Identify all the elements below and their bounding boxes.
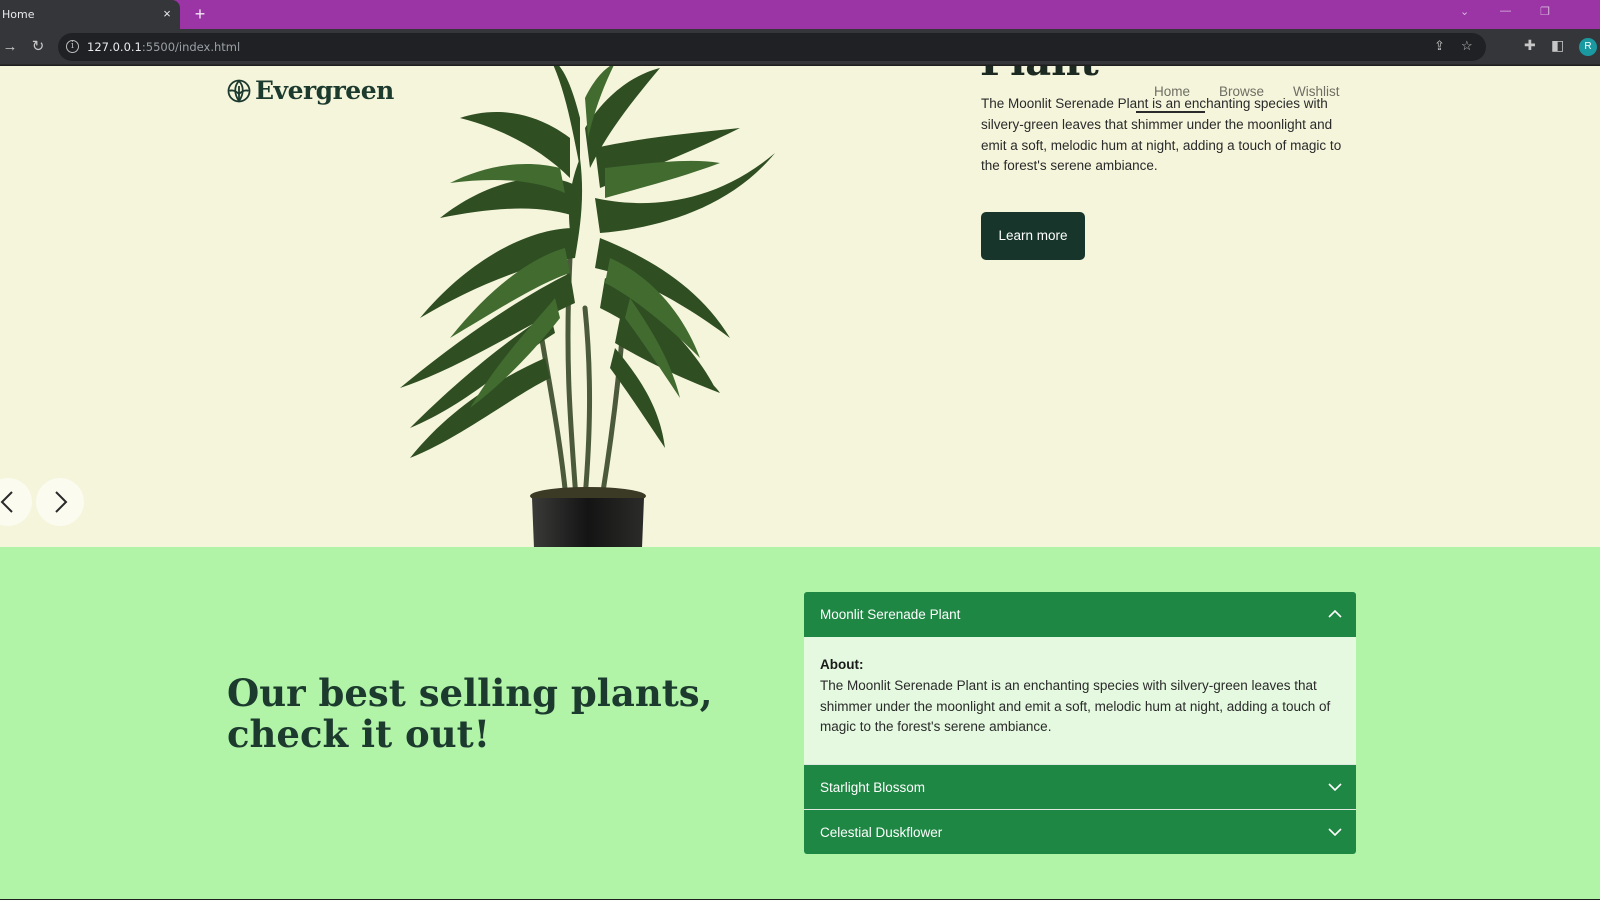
new-tab-icon[interactable]: + bbox=[190, 4, 210, 24]
chevron-right-icon bbox=[55, 491, 68, 513]
hero-title: Plant bbox=[980, 66, 1099, 85]
tab-close-icon[interactable]: × bbox=[160, 7, 174, 21]
best-sellers-section: Our best selling plants, check it out! M… bbox=[0, 547, 1600, 899]
accordion-panel-moonlit-serenade: About: The Moonlit Serenade Plant is an … bbox=[804, 637, 1356, 764]
chevron-down-icon bbox=[1328, 783, 1342, 792]
about-label: About: bbox=[820, 657, 864, 672]
about-text: The Moonlit Serenade Plant is an enchant… bbox=[820, 677, 1331, 735]
side-panel-icon[interactable]: ◧ bbox=[1551, 37, 1564, 54]
hero-section: Evergreen Plant Home Browse Wishlist The… bbox=[0, 66, 1600, 547]
bookmark-star-icon[interactable]: ☆ bbox=[1461, 38, 1473, 54]
logo-text: Evergreen bbox=[255, 76, 394, 105]
chevron-down-icon bbox=[1328, 828, 1342, 837]
accordion-header-celestial-duskflower[interactable]: Celestial Duskflower bbox=[804, 809, 1356, 854]
accordion-title: Celestial Duskflower bbox=[820, 825, 943, 840]
accordion-title: Starlight Blossom bbox=[820, 780, 926, 795]
plants-accordion: Moonlit Serenade Plant About: The Moonli… bbox=[804, 592, 1356, 854]
tab-title: Home bbox=[2, 8, 35, 21]
hero-description: The Moonlit Serenade Plant is an enchant… bbox=[981, 96, 1342, 174]
site-info-icon[interactable]: i bbox=[66, 40, 79, 53]
address-bar[interactable]: i 127.0.0.1:5500/index.html ⇪ ☆ bbox=[58, 33, 1486, 61]
nav-active-underline bbox=[1136, 111, 1205, 113]
profile-avatar[interactable]: R bbox=[1579, 38, 1597, 56]
accordion-header-moonlit-serenade[interactable]: Moonlit Serenade Plant bbox=[804, 592, 1356, 637]
carousel-next-button[interactable] bbox=[36, 478, 84, 526]
accordion-header-starlight-blossom[interactable]: Starlight Blossom bbox=[804, 764, 1356, 809]
tab-strip: Home × + ⌄ — ❐ bbox=[0, 0, 1600, 29]
forward-icon[interactable]: → bbox=[0, 37, 20, 57]
minimize-icon[interactable]: — bbox=[1500, 5, 1511, 17]
restore-icon[interactable]: ❐ bbox=[1540, 5, 1550, 18]
url-text: 127.0.0.1:5500/index.html bbox=[87, 40, 240, 54]
best-sellers-title: Our best selling plants, check it out! bbox=[227, 671, 713, 756]
leaf-logo-icon bbox=[227, 79, 251, 103]
carousel-prev-button[interactable] bbox=[0, 478, 32, 526]
reload-icon[interactable]: ↻ bbox=[28, 37, 48, 57]
site-logo[interactable]: Evergreen bbox=[227, 76, 394, 105]
browser-toolbar: → ↻ i 127.0.0.1:5500/index.html ⇪ ☆ ✚ ◧ … bbox=[0, 29, 1600, 65]
chevron-up-icon bbox=[1328, 609, 1342, 618]
plant-image bbox=[400, 66, 775, 547]
chevron-left-icon bbox=[0, 491, 13, 513]
extensions-icon[interactable]: ✚ bbox=[1524, 37, 1536, 54]
accordion-title: Moonlit Serenade Plant bbox=[820, 607, 961, 622]
share-icon[interactable]: ⇪ bbox=[1434, 38, 1445, 54]
browser-tab[interactable]: Home × bbox=[0, 0, 180, 29]
tab-search-icon[interactable]: ⌄ bbox=[1460, 5, 1469, 18]
url-host: 127.0.0.1 bbox=[87, 40, 142, 54]
learn-more-button[interactable]: Learn more bbox=[981, 212, 1085, 260]
url-path: :5500/index.html bbox=[141, 40, 241, 54]
page-viewport: Evergreen Plant Home Browse Wishlist The… bbox=[0, 66, 1600, 899]
